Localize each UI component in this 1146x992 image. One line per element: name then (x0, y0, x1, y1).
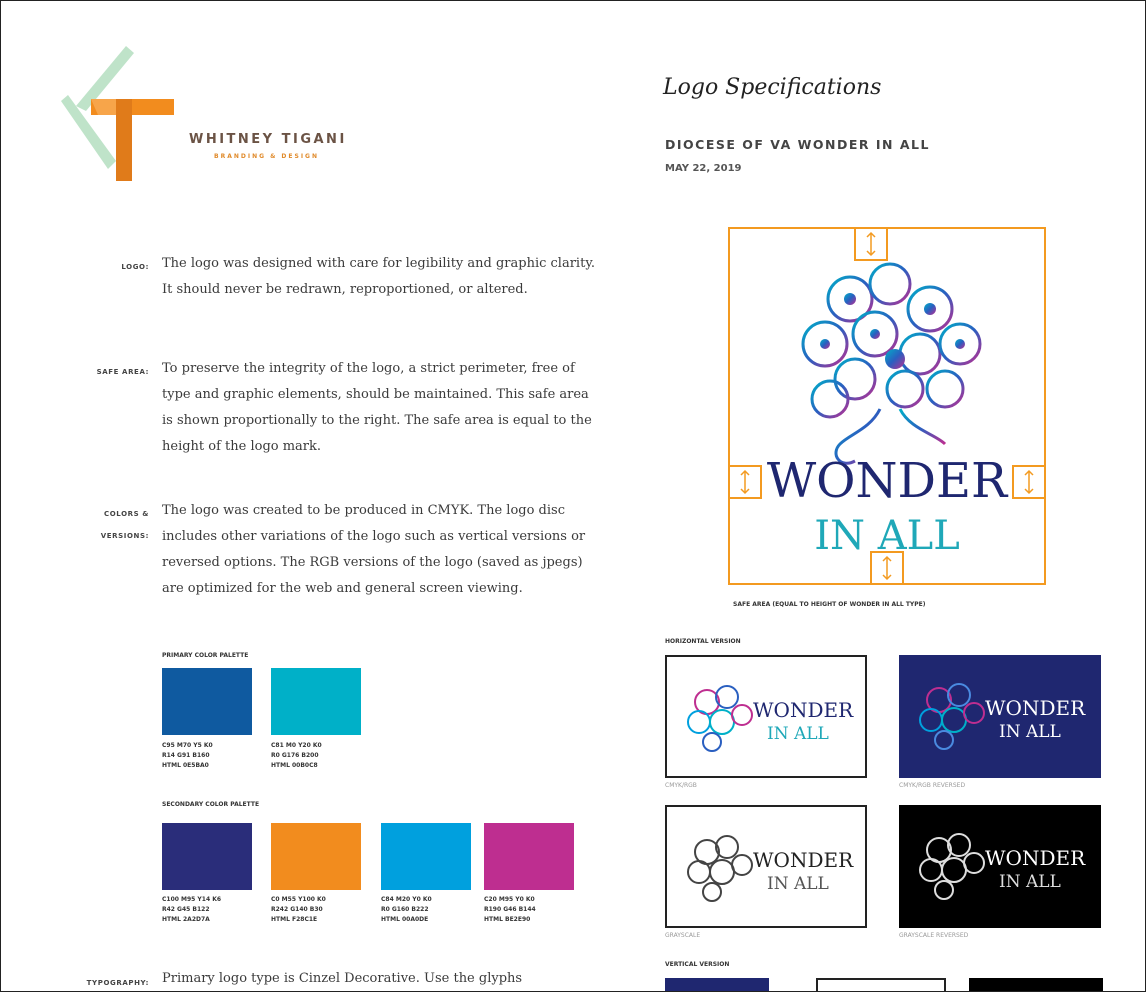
section-text-safe-area: To preserve the integrity of the logo, a… (162, 361, 592, 454)
swatch-secondary-1 (162, 823, 252, 890)
version-cmyk: WONDER IN ALL (665, 655, 867, 778)
version-grayscale-caption: GRAYSCALE (665, 932, 701, 939)
document-title: DIOCESE OF VA WONDER IN ALL (665, 137, 930, 152)
safe-area-marker-right (1012, 465, 1046, 499)
vertical-version-label: VERTICAL VERSION (665, 961, 730, 968)
version-cmyk-reversed: WONDER IN ALL (899, 655, 1101, 778)
version-grayscale: WONDER IN ALL (665, 805, 867, 928)
swatch-primary-2-info: C81 M0 Y20 K0 R0 G176 B200 HTML 00B0C8 (271, 742, 322, 769)
horizontal-version-label: HORIZONTAL VERSION (665, 638, 741, 645)
safe-area-marker-bottom (870, 551, 904, 585)
version-grayscale-reversed-caption: GRAYSCALE REVERSED (899, 932, 969, 939)
swatch-primary-1-info: C95 M70 Y5 K0 R14 G91 B160 HTML 0E5BA0 (162, 742, 213, 769)
section-text-colors: The logo was created to be produced in C… (162, 503, 586, 596)
section-label-colors: COLORS & VERSIONS: (100, 510, 149, 540)
svg-text:WONDER: WONDER (985, 696, 1086, 720)
svg-text:IN ALL: IN ALL (767, 724, 829, 744)
svg-text:IN ALL: IN ALL (767, 874, 829, 894)
safe-area-marker-left (728, 465, 762, 499)
swatch-secondary-3-info: C84 M20 Y0 K0 R0 G160 B222 HTML 00A0DE (381, 896, 432, 923)
svg-text:WONDER: WONDER (753, 848, 854, 872)
brand-subtitle: BRANDING & DESIGN (214, 153, 320, 160)
section-text-typography: Primary logo type is Cinzel Decorative. … (162, 971, 523, 986)
safe-area-marker-top (854, 227, 888, 261)
swatch-primary-1 (162, 668, 252, 735)
vertical-version-grayscale (816, 978, 946, 991)
vertical-version-reversed (969, 978, 1103, 991)
swatch-secondary-2 (271, 823, 361, 890)
spec-page: WHITNEY TIGANI BRANDING & DESIGN Logo Sp… (0, 0, 1146, 992)
vertical-version-cmyk (665, 978, 769, 991)
version-cmyk-caption: CMYK/RGB (665, 782, 697, 789)
safe-area-caption: SAFE AREA (EQUAL TO HEIGHT OF WONDER IN … (733, 601, 926, 608)
version-grayscale-reversed: WONDER IN ALL (899, 805, 1101, 928)
section-label-logo: LOGO: (121, 263, 149, 271)
svg-text:IN ALL: IN ALL (999, 722, 1061, 742)
swatch-secondary-3 (381, 823, 471, 890)
section-text-logo: The logo was designed with care for legi… (162, 256, 596, 297)
svg-text:WONDER: WONDER (753, 698, 854, 722)
section-label-typography: TYPOGRAPHY: (86, 979, 149, 987)
section-label-safe-area: SAFE AREA: (96, 368, 149, 376)
svg-text:IN ALL: IN ALL (999, 872, 1061, 892)
page-title: Logo Specifications (663, 75, 882, 100)
primary-palette-label: PRIMARY COLOR PALETTE (162, 652, 249, 659)
document-date: MAY 22, 2019 (665, 163, 742, 174)
logo-word-wonder: WONDER (767, 453, 1009, 509)
swatch-secondary-2-info: C0 M55 Y100 K0 R242 G140 B30 HTML F28C1E (271, 896, 326, 923)
swatch-secondary-4-info: C20 M95 Y0 K0 R190 G46 B144 HTML BE2E90 (484, 896, 536, 923)
wonder-in-all-main-logo: WONDER IN ALL (767, 262, 1009, 559)
whitney-tigani-logo-mark (61, 46, 174, 181)
swatch-primary-2 (271, 668, 361, 735)
swatch-secondary-1-info: C100 M95 Y14 K6 R42 G45 B122 HTML 2A2D7A (162, 896, 222, 923)
secondary-palette-label: SECONDARY COLOR PALETTE (162, 801, 260, 808)
swatch-secondary-4 (484, 823, 574, 890)
version-cmyk-reversed-caption: CMYK/RGB REVERSED (899, 782, 966, 789)
svg-text:WONDER: WONDER (985, 846, 1086, 870)
brand-name: WHITNEY TIGANI (189, 132, 347, 147)
